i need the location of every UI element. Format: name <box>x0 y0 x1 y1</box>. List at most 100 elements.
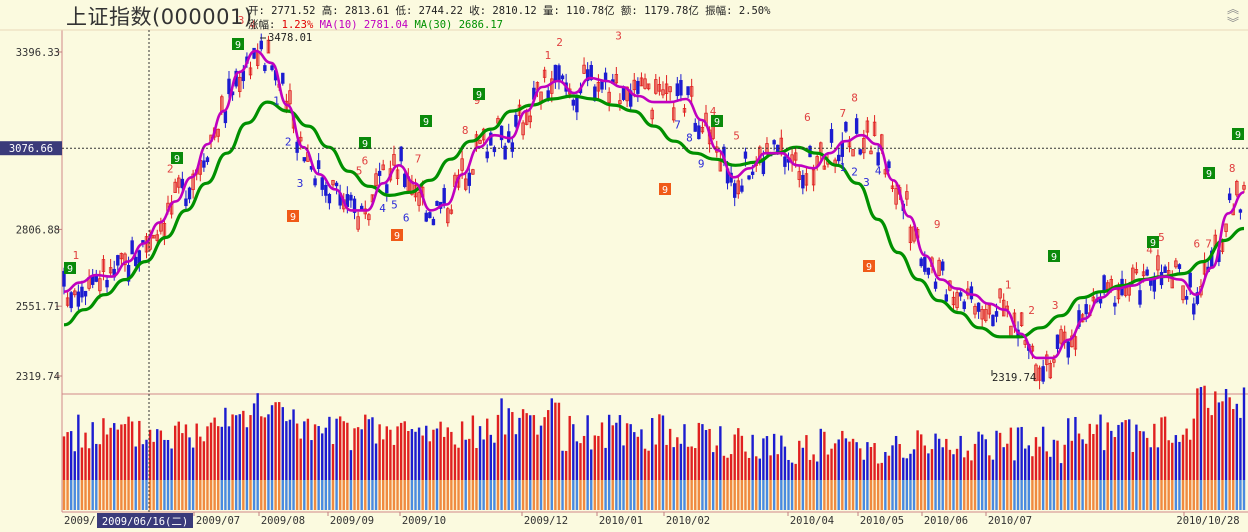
amount-bar <box>977 480 980 510</box>
volume-bar <box>313 424 317 480</box>
candle-body <box>467 172 471 186</box>
amount-bar <box>1228 480 1231 510</box>
volume-bar <box>765 436 769 480</box>
candle-body <box>976 302 981 312</box>
amount-bar <box>876 480 880 510</box>
amount-bar <box>428 480 432 510</box>
scroll-up-icon[interactable]: ︽ <box>1226 2 1240 16</box>
amount-bar <box>1088 480 1091 510</box>
amount-bar <box>493 480 496 510</box>
amount-bar <box>227 480 231 510</box>
amount-bar <box>765 480 769 510</box>
amount-bar <box>105 480 109 510</box>
candle-body <box>302 157 307 162</box>
volume-bar <box>145 439 148 480</box>
volume-bar <box>977 431 980 480</box>
x-tick-label: 2009/07 <box>196 515 240 527</box>
volume-bar <box>113 423 116 480</box>
high-label: 高: <box>321 5 339 17</box>
candle-body <box>1159 271 1164 286</box>
candle-body <box>227 78 231 95</box>
amount-bar <box>385 480 388 510</box>
volume-bar <box>568 415 571 480</box>
candle-body <box>919 258 923 267</box>
candle-body <box>205 157 210 163</box>
td-down-label: 6 <box>403 212 410 225</box>
volume-bar <box>410 429 414 480</box>
ma10-label: MA(10) <box>319 19 358 31</box>
amount-bar <box>1095 480 1099 510</box>
amount-bar <box>830 480 833 510</box>
amount-bar <box>181 480 184 510</box>
volume-bar <box>1167 440 1170 480</box>
td-up-label: 8 <box>1229 162 1236 175</box>
amount-bar <box>195 480 198 510</box>
volume-bar <box>615 422 618 480</box>
amount-bar <box>561 480 564 510</box>
amount-bar <box>1185 480 1188 510</box>
amount-bar <box>737 480 740 510</box>
td-up-label: 6 <box>1193 238 1200 251</box>
amount-bar <box>120 480 123 510</box>
volume-bar <box>152 441 155 480</box>
x-tick-label: 2009/10 <box>402 515 446 527</box>
kline-chart[interactable]: 123 456 78912 3456 78912 345 6 781234 56789 1 2349… <box>0 0 1248 532</box>
volume-bar <box>790 462 794 480</box>
amount-bar <box>407 480 410 510</box>
candle-body <box>259 40 263 50</box>
amount-bar <box>554 480 557 510</box>
amount-bar <box>1084 480 1088 510</box>
scroll-down-icon[interactable]: ︾ <box>1226 16 1240 30</box>
td-up-label: 9 <box>934 218 941 231</box>
volume-bar <box>349 450 353 480</box>
candle-body <box>69 292 73 309</box>
candle-body <box>116 255 120 266</box>
amount-bar <box>855 480 858 510</box>
volume-bar <box>851 438 855 480</box>
candle-body <box>320 177 324 190</box>
amount-bar <box>464 480 467 510</box>
volume-bar <box>1224 388 1228 480</box>
amount-bar <box>238 480 241 510</box>
amount-bar <box>507 480 510 510</box>
amount-bar <box>529 480 532 510</box>
amount-bar <box>776 480 779 510</box>
amount-bar <box>191 480 195 510</box>
amount-bar <box>1199 480 1203 510</box>
amount-bar <box>249 480 252 510</box>
amount-bar <box>984 480 987 510</box>
volume-bar <box>1110 430 1113 480</box>
volume-bar <box>980 434 984 480</box>
candle-body <box>1041 366 1045 382</box>
amount-bar <box>794 480 797 510</box>
volume-bar <box>1181 434 1185 480</box>
amount-bar <box>496 480 500 510</box>
candle-body <box>134 256 138 267</box>
amount-bar <box>1110 480 1113 510</box>
amount-bar <box>342 480 345 510</box>
volume-bar <box>238 414 241 480</box>
amount-bar <box>651 480 654 510</box>
amount-bar <box>909 480 912 510</box>
candle-body <box>1055 334 1060 349</box>
volume-bar <box>95 443 98 480</box>
amount-bar <box>256 480 259 510</box>
amount-bar <box>1099 480 1102 510</box>
candle-body <box>83 290 88 297</box>
volume-bar <box>912 449 916 480</box>
candle-body <box>187 187 192 200</box>
volume-bar <box>173 425 177 480</box>
candle-body <box>636 80 640 94</box>
close-label: 收: <box>469 5 487 17</box>
amount-bar <box>263 480 267 510</box>
y-tick-label: 2319.74 <box>16 371 60 383</box>
volume-bar <box>916 430 919 480</box>
td9-badge-label: 9 <box>1150 238 1156 249</box>
amount-bar <box>711 480 715 510</box>
volume-bar <box>593 435 597 480</box>
amount-bar <box>324 480 328 510</box>
amount-bar <box>66 480 69 510</box>
amount-bar <box>1016 480 1020 510</box>
candle-body <box>1098 298 1103 304</box>
amount-bar <box>916 480 919 510</box>
